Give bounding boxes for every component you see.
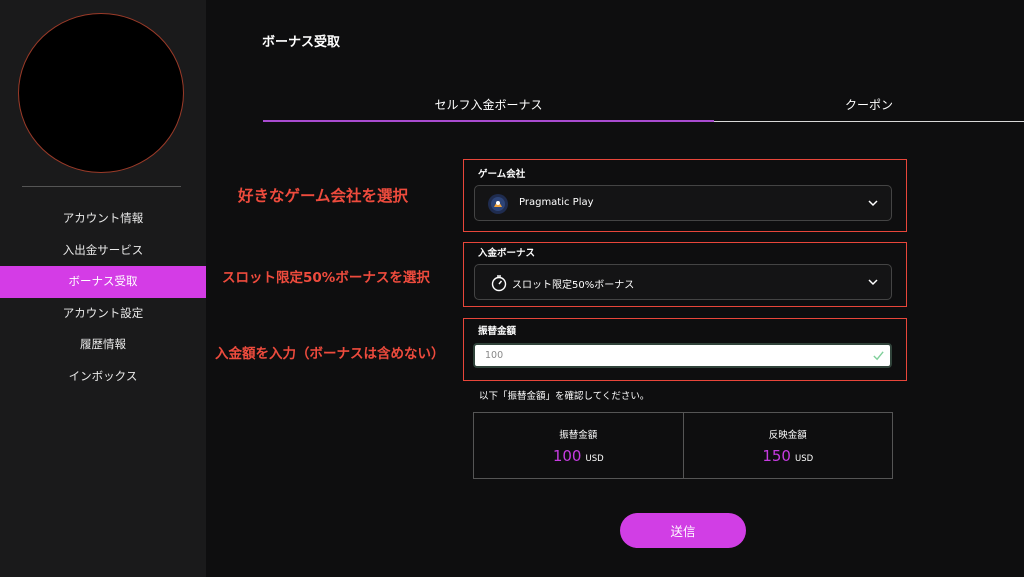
summary-reflected: 反映金額 150 USD <box>682 413 893 478</box>
annotation-text-amount: 入金額を入力（ボーナスは含めない） <box>215 346 445 362</box>
bonus-select-value: スロット限定50%ボーナス <box>512 280 635 291</box>
stopwatch-icon <box>491 275 507 292</box>
tab-bar: セルフ入金ボーナス クーポン <box>263 90 1024 122</box>
provider-select[interactable]: Pragmatic Play <box>474 185 892 221</box>
pragmatic-play-logo-icon <box>488 194 508 214</box>
summary-transfer-label: 振替金額 <box>559 430 598 441</box>
tab-self-deposit-bonus[interactable]: セルフ入金ボーナス <box>263 90 714 122</box>
chevron-down-icon <box>868 200 878 207</box>
page-title: ボーナス受取 <box>262 35 341 50</box>
sidebar-item-history[interactable]: 履歴情報 <box>0 329 206 361</box>
provider-label: ゲーム会社 <box>478 169 526 180</box>
summary-transfer-value: 100 USD <box>474 446 683 465</box>
provider-select-value: Pragmatic Play <box>519 197 594 208</box>
summary-reflected-unit: USD <box>794 454 814 464</box>
sidebar-divider <box>22 186 181 187</box>
tab-coupon[interactable]: クーポン <box>714 90 1024 122</box>
sidebar-item-account-settings[interactable]: アカウント設定 <box>0 298 206 330</box>
amount-field[interactable] <box>473 343 892 368</box>
check-icon <box>873 351 884 361</box>
tab-label: クーポン <box>844 98 893 112</box>
confirm-note: 以下「振替金額」を確認してください。 <box>479 391 650 402</box>
bonus-select[interactable]: スロット限定50%ボーナス <box>474 264 892 300</box>
tab-label: セルフ入金ボーナス <box>434 98 543 112</box>
summary-transfer-unit: USD <box>585 454 604 464</box>
sidebar-item-bonus[interactable]: ボーナス受取 <box>0 266 206 298</box>
sidebar: アカウント情報 入出金サービス ボーナス受取 アカウント設定 履歴情報 インボッ… <box>0 0 206 577</box>
summary-reflected-label: 反映金額 <box>768 430 807 441</box>
annotation-text-provider: 好きなゲーム会社を選択 <box>238 187 409 205</box>
sidebar-item-deposit-withdraw[interactable]: 入出金サービス <box>0 235 206 267</box>
avatar[interactable] <box>18 13 184 173</box>
sidebar-nav: アカウント情報 入出金サービス ボーナス受取 アカウント設定 履歴情報 インボッ… <box>0 203 206 392</box>
amount-label: 振替金額 <box>478 326 517 337</box>
amount-summary: 振替金額 100 USD 反映金額 150 USD <box>473 412 893 479</box>
summary-transfer-number: 100 <box>552 447 582 465</box>
summary-reflected-value: 150 USD <box>684 446 893 465</box>
chevron-down-icon <box>868 279 878 286</box>
sidebar-item-inbox[interactable]: インボックス <box>0 361 206 393</box>
annotation-text-bonus: スロット限定50%ボーナスを選択 <box>222 270 430 286</box>
bonus-label: 入金ボーナス <box>478 248 536 259</box>
submit-button[interactable]: 送信 <box>620 513 746 548</box>
summary-transfer: 振替金額 100 USD <box>474 413 683 478</box>
amount-input[interactable] <box>485 345 855 366</box>
sidebar-item-account-info[interactable]: アカウント情報 <box>0 203 206 235</box>
summary-reflected-number: 150 <box>762 447 791 465</box>
